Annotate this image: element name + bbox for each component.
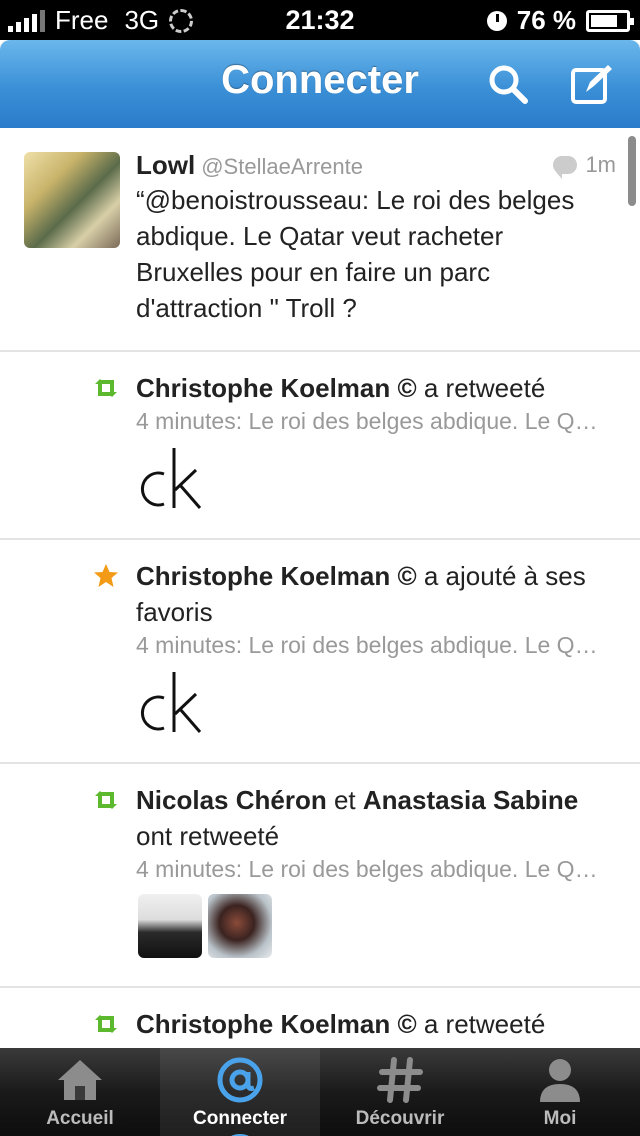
avatar[interactable] — [138, 894, 202, 958]
activity-text: Nicolas Chéron et Anastasia Sabine ont r… — [136, 782, 616, 854]
activity-text: Christophe Koelman © a retweeté — [136, 370, 616, 406]
tab-decouvrir[interactable]: Découvrir — [320, 1048, 480, 1136]
search-button[interactable] — [486, 62, 530, 106]
retweet-icon — [95, 379, 117, 397]
ck-logo-icon — [141, 448, 202, 509]
retweet-icon — [95, 1015, 117, 1033]
tab-label: Accueil — [46, 1108, 114, 1129]
alarm-clock-icon — [486, 10, 507, 31]
conversation-icon — [553, 156, 578, 179]
tab-label: Moi — [543, 1108, 577, 1129]
tweet-snippet: 4 minutes: Le roi des belges abdique. Le… — [136, 856, 606, 882]
tweet-row[interactable]: Lowl @StellaeArrente 1m “@benoistrousseau… — [0, 128, 640, 352]
activity-text: Christophe Koelman © a ajouté à ses favo… — [136, 558, 586, 630]
avatar[interactable] — [208, 894, 272, 958]
avatar[interactable] — [24, 152, 120, 248]
page-title: Connecter — [221, 58, 419, 102]
ck-logo-icon — [141, 672, 202, 733]
activity-joiner: et — [333, 785, 356, 815]
activity-row[interactable]: Christophe Koelman © a retweeté — [0, 988, 640, 1048]
activity-feed[interactable]: Lowl @StellaeArrente 1m “@benoistrousseau… — [0, 128, 640, 1048]
tweet-timestamp: 1m — [553, 152, 616, 179]
battery-label: 76 % — [516, 5, 576, 35]
tab-moi[interactable]: Moi — [480, 1048, 640, 1136]
star-icon — [94, 564, 118, 587]
hashtag-icon — [377, 1057, 423, 1103]
activity-row[interactable]: Christophe Koelman © a retweeté 4 minute… — [0, 352, 640, 540]
tweet-author-name[interactable]: Lowl — [136, 150, 195, 180]
tweet-snippet: 4 minutes: Le roi des belges abdique. Le… — [136, 632, 606, 658]
activity-actor[interactable]: Nicolas Chéron — [136, 785, 327, 815]
activity-row[interactable]: Nicolas Chéron et Anastasia Sabine ont r… — [0, 764, 640, 988]
status-bar: Free 3G 21:32 76 % — [0, 0, 640, 40]
activity-text: Christophe Koelman © a retweeté — [136, 1006, 616, 1042]
tab-label: Connecter — [193, 1108, 287, 1129]
tab-accueil[interactable]: Accueil — [0, 1048, 160, 1136]
tweet-snippet: 4 minutes: Le roi des belges abdique. Le… — [136, 408, 606, 434]
activity-actor[interactable]: Christophe Koelman © — [136, 561, 417, 591]
tab-connecter[interactable]: Connecter — [160, 1048, 320, 1136]
home-icon — [58, 1060, 102, 1100]
tab-bar: Accueil Connecter Découvrir Moi — [0, 1048, 640, 1136]
activity-actor[interactable]: Christophe Koelman © — [136, 373, 417, 403]
activity-action: a retweeté — [423, 1009, 546, 1039]
activity-row[interactable]: Christophe Koelman © a ajouté à ses favo… — [0, 540, 640, 764]
person-icon — [540, 1059, 580, 1102]
search-icon — [489, 65, 528, 104]
activity-action: a retweeté — [423, 373, 546, 403]
tweet-text: “@benoistrousseau: Le roi des belges abd… — [136, 185, 575, 323]
activity-actor-2[interactable]: Anastasia Sabine — [363, 785, 578, 815]
activity-action: ont retweeté — [136, 821, 280, 851]
activity-actor[interactable]: Christophe Koelman © — [136, 1009, 417, 1039]
compose-icon — [571, 65, 612, 104]
retweet-icon — [95, 791, 117, 809]
nav-bar: Connecter — [0, 40, 640, 128]
tweet-author-handle: @StellaeArrente — [201, 154, 363, 179]
tab-label: Découvrir — [355, 1108, 445, 1129]
ck-logo-avatar[interactable] — [134, 446, 204, 510]
compose-button[interactable] — [570, 62, 614, 106]
at-icon — [217, 1057, 263, 1103]
battery-icon — [586, 9, 634, 32]
ck-logo-avatar[interactable] — [134, 670, 204, 734]
scrollbar[interactable] — [628, 136, 636, 206]
tweet-time: 1m — [585, 152, 616, 177]
